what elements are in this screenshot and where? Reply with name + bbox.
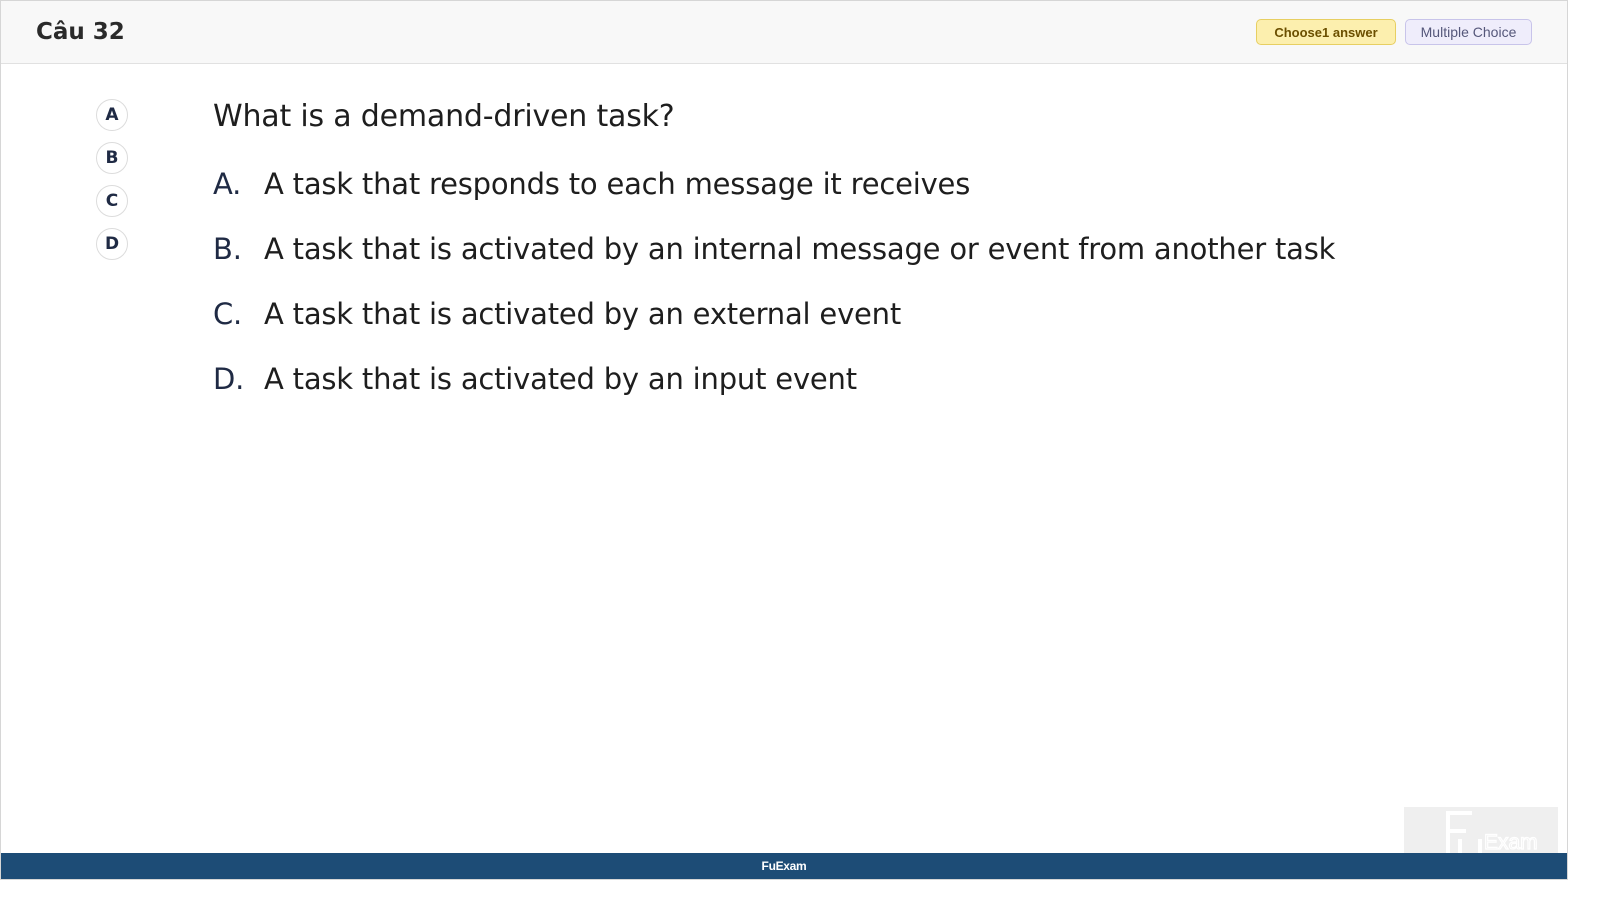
answer-option-b[interactable]: B. A task that is activated by an intern… <box>213 232 1335 297</box>
option-text: A task that responds to each message it … <box>264 167 971 201</box>
footer-brand: FuExam <box>761 859 807 873</box>
option-letter: C. <box>213 297 243 331</box>
answer-option-c[interactable]: C. A task that is activated by an extern… <box>213 297 1335 362</box>
answer-option-d[interactable]: D. A task that is activated by an input … <box>213 362 1335 427</box>
choose-answer-badge: Choose1 answer <box>1256 19 1396 45</box>
option-text: A task that is activated by an external … <box>264 297 902 331</box>
select-answer-c-button[interactable]: C <box>96 185 128 217</box>
select-answer-d-button[interactable]: D <box>96 228 128 260</box>
select-answer-a-button[interactable]: A <box>96 99 128 131</box>
option-text: A task that is activated by an internal … <box>264 232 1336 266</box>
option-letter: D. <box>213 362 245 396</box>
footer-bar: FuExam <box>1 853 1567 879</box>
option-letter: A. <box>213 167 242 201</box>
option-text: A task that is activated by an input eve… <box>264 362 857 396</box>
select-answer-b-button[interactable]: B <box>96 142 128 174</box>
answer-options-list: A. A task that responds to each message … <box>213 167 1335 427</box>
question-type-badge: Multiple Choice <box>1405 19 1532 45</box>
answer-option-a[interactable]: A. A task that responds to each message … <box>213 167 1335 232</box>
question-header: Câu 32 Choose1 answer Multiple Choice <box>1 1 1567 64</box>
exam-frame: Câu 32 Choose1 answer Multiple Choice A … <box>0 0 1568 880</box>
question-text: What is a demand-driven task? <box>213 99 675 134</box>
svg-text:Exam: Exam <box>1484 831 1538 854</box>
answer-selector: A B C D <box>96 99 132 271</box>
option-letter: B. <box>213 232 242 266</box>
question-number-title: Câu 32 <box>36 19 125 45</box>
